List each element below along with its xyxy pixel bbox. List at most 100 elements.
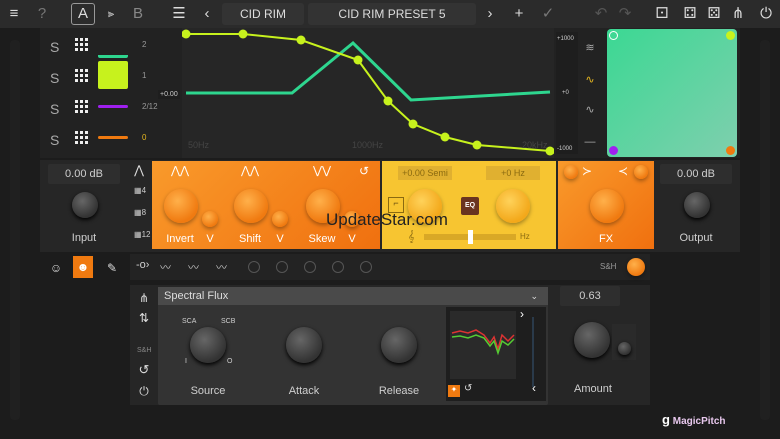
invert-knob[interactable]: [164, 189, 198, 223]
random-dice-1-icon[interactable]: ⚀: [652, 0, 672, 28]
copy-a-to-b-icon[interactable]: ⫸: [100, 0, 122, 28]
modulation-slots-bar: -o› 〰 〰 〰 S&H: [130, 254, 650, 280]
preset-a-button[interactable]: A: [71, 3, 95, 25]
slot-1-wave-icon[interactable]: 〰: [160, 259, 171, 275]
fx-knob[interactable]: [590, 189, 624, 223]
layer-shape-preview[interactable]: [98, 30, 128, 58]
empty-slot-1[interactable]: [248, 261, 260, 273]
sh-knob[interactable]: [627, 258, 645, 276]
next-preset-button[interactable]: ›: [483, 0, 497, 28]
layer-solo-button[interactable]: S: [50, 132, 59, 148]
reset-icon[interactable]: ↺: [356, 157, 372, 185]
shift-knob[interactable]: [234, 189, 268, 223]
xy-corner-yellow[interactable]: [726, 31, 735, 40]
xy-corner-purple[interactable]: [609, 146, 618, 155]
wave-flat-icon[interactable]: —: [582, 128, 598, 156]
modulator-envelope-icon[interactable]: ☻: [73, 256, 93, 278]
layer-grid-icon[interactable]: [75, 38, 89, 52]
random-dice-4-icon[interactable]: ⚃: [680, 0, 700, 28]
layer-grid-icon[interactable]: [75, 100, 89, 114]
prev-preset-button[interactable]: ‹: [200, 0, 214, 28]
input-knob[interactable]: [72, 192, 98, 218]
preset-bank-selector[interactable]: CID RIM: [222, 3, 304, 25]
eq-button[interactable]: EQ: [461, 197, 479, 215]
random-dice-all-icon[interactable]: ⚄: [702, 0, 726, 28]
pitch-scale[interactable]: +1000 +0 -1000: [556, 32, 578, 154]
wave-noise-icon[interactable]: ≋: [582, 34, 598, 62]
slot-3-wave-icon[interactable]: 〰: [216, 259, 227, 275]
release-knob[interactable]: [381, 327, 417, 363]
skew-dropdown[interactable]: V: [346, 233, 358, 245]
source-select[interactable]: Spectral Flux ⌄: [158, 287, 548, 305]
pitch-slider-handle[interactable]: [467, 230, 473, 244]
help-button[interactable]: ?: [32, 0, 52, 28]
chevron-down-icon: ⌄: [530, 291, 538, 301]
hz-value[interactable]: +0 Hz: [486, 166, 540, 180]
layer-solo-button[interactable]: S: [50, 70, 59, 86]
undo-icon[interactable]: ↶: [592, 0, 610, 28]
magic-wand-icon[interactable]: ✦: [448, 385, 460, 397]
modulator-sidechain-icon[interactable]: ✎: [104, 254, 120, 282]
save-preset-icon[interactable]: ✓: [538, 0, 558, 28]
layer-grid-icon[interactable]: [75, 131, 89, 145]
source-knob[interactable]: [190, 327, 226, 363]
modulator-lfo-icon[interactable]: ☺: [48, 254, 64, 282]
scope-expand-icon[interactable]: ›: [520, 307, 524, 321]
fx-left-mini-knob[interactable]: [564, 165, 578, 179]
scope-scrollbar[interactable]: [532, 317, 534, 387]
layer-scale-label: 2/12: [142, 102, 158, 111]
scale-top: +1000: [557, 36, 574, 42]
attack-knob[interactable]: [286, 327, 322, 363]
fx-right-mini-knob[interactable]: [634, 165, 648, 179]
layer-solo-button[interactable]: S: [50, 39, 59, 55]
frequency-graph[interactable]: 50Hz 1000Hz 20kHz: [181, 28, 555, 158]
redo-icon[interactable]: ↷: [616, 0, 634, 28]
mod-bipolar-icon[interactable]: ⇅: [136, 304, 152, 332]
invert-wave-icon: ⋀⋀: [170, 165, 190, 177]
wave-sine-icon[interactable]: ∿: [582, 96, 598, 124]
division-8-button[interactable]: ▦8: [134, 208, 146, 217]
layer-shape-preview[interactable]: [98, 61, 128, 89]
layer-shape-preview[interactable]: [98, 105, 128, 108]
envelope-icon[interactable]: ⋀: [132, 156, 146, 184]
mod-power-icon[interactable]: ⏻: [136, 377, 152, 405]
amount-value[interactable]: 0.63: [560, 286, 620, 306]
division-4-button[interactable]: ▦4: [134, 186, 146, 195]
slot-2-wave-icon[interactable]: 〰: [188, 259, 199, 275]
preset-name-selector[interactable]: CID RIM PRESET 5: [308, 3, 476, 25]
scope-reset-icon[interactable]: ↺: [464, 383, 472, 394]
amount-knob[interactable]: [574, 322, 610, 358]
layer-solo-button[interactable]: S: [50, 101, 59, 117]
scope-collapse-icon[interactable]: ‹: [532, 381, 536, 395]
hz-knob[interactable]: [496, 189, 530, 223]
add-preset-icon[interactable]: +: [508, 0, 530, 28]
menu-button[interactable]: ≡: [4, 0, 24, 28]
division-12-button[interactable]: ▦12: [134, 230, 150, 239]
slot-connect-icon[interactable]: -o›: [136, 259, 149, 271]
pitch-slider[interactable]: [424, 230, 516, 244]
output-knob[interactable]: [684, 192, 710, 218]
invert-dropdown[interactable]: V: [204, 233, 216, 245]
xy-pad[interactable]: [607, 29, 737, 157]
output-value[interactable]: 0.00 dB: [660, 164, 732, 184]
layer-grid-icon[interactable]: [75, 69, 89, 83]
invert-mini-knob[interactable]: [202, 211, 218, 227]
preset-list-icon[interactable]: ☰: [168, 0, 190, 28]
empty-slot-4[interactable]: [332, 261, 344, 273]
preset-b-button[interactable]: B: [128, 0, 148, 28]
empty-slot-5[interactable]: [360, 261, 372, 273]
semitone-value[interactable]: +0.00 Semi: [398, 166, 452, 180]
xy-corner-orange[interactable]: [726, 146, 735, 155]
shift-mini-knob[interactable]: [272, 211, 288, 227]
empty-slot-3[interactable]: [304, 261, 316, 273]
input-value[interactable]: 0.00 dB: [48, 164, 120, 184]
right-edge: [760, 40, 770, 420]
layer-shape-preview[interactable]: [98, 136, 128, 139]
amount-mini-knob[interactable]: [618, 342, 631, 355]
power-icon[interactable]: ⏻: [756, 0, 776, 28]
xy-corner-green[interactable]: [609, 31, 618, 40]
shift-dropdown[interactable]: V: [274, 233, 286, 245]
routing-icon[interactable]: ⋔: [728, 0, 748, 28]
empty-slot-2[interactable]: [276, 261, 288, 273]
wave-square-icon[interactable]: ∿: [582, 66, 598, 94]
